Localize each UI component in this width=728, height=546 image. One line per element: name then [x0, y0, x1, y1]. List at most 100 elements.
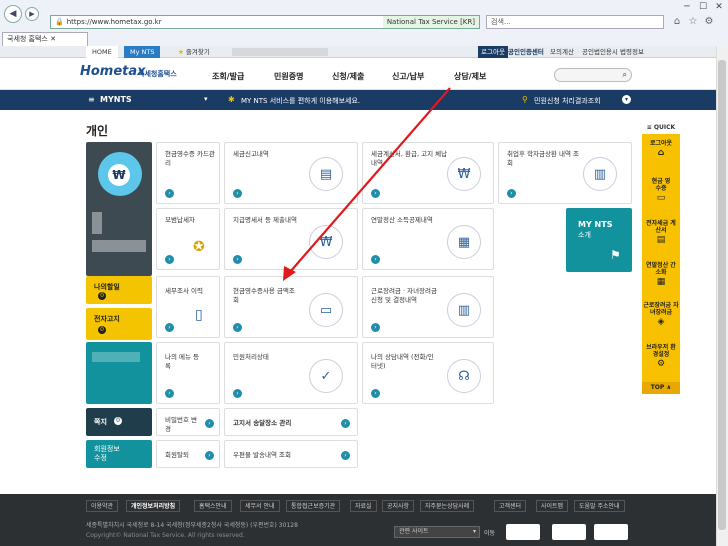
e-notice-button[interactable]: 전자고지 0 — [86, 308, 152, 340]
address-bar[interactable]: 🔒 https://www.hometax.go.kr National Tax… — [50, 15, 480, 29]
menu-application[interactable]: 신청/제출 — [332, 71, 364, 82]
card-mail-history[interactable]: 우편물 발송내역 조회 › — [224, 440, 358, 468]
maximize-icon[interactable]: ☐ — [696, 2, 710, 12]
receipt-icon: ▭ — [309, 293, 343, 327]
cert-center-link[interactable]: 공인인증센터 — [502, 46, 550, 58]
go-icon: › — [371, 255, 380, 264]
card-label: 취업후 학자금상환 내역 조회 — [507, 150, 579, 167]
password-change-card[interactable]: 비밀번호 변경 › — [156, 408, 220, 436]
mynts-link[interactable]: My NTS — [124, 46, 161, 58]
card-year-end-deduction[interactable]: 연말정산 소득공제내역 › ▦ — [362, 208, 494, 270]
quick-year-end[interactable]: 연말정산 간소화 ▦ — [646, 262, 676, 288]
card-cash-receipt-amount[interactable]: 현금영수증사용 금액조회 › ▭ — [224, 276, 358, 338]
go-button[interactable]: 이동 — [484, 528, 495, 537]
megaphone-icon: ✱ — [228, 95, 235, 104]
law-info-link[interactable]: 법령정보 — [614, 46, 650, 58]
card-mynts-intro[interactable]: MY NTS 소개 ⚑ — [566, 208, 632, 272]
quick-income-credit[interactable]: 근로장려금 자녀장려금 ◈ — [642, 302, 680, 328]
card-cash-receipt-mgmt[interactable]: 현금영수증 카드관리 › — [156, 142, 220, 204]
card-my-menu[interactable]: 나의 메뉴 등록 › — [156, 342, 220, 404]
footer-link[interactable]: 이용약관 — [86, 500, 119, 512]
menu-filing[interactable]: 신고/납부 — [392, 71, 424, 82]
quick-top-button[interactable]: TOP ∧ — [642, 382, 680, 394]
home-link[interactable]: HOME — [86, 46, 118, 58]
card-label: 연말정산 소득공제내역 — [371, 216, 433, 224]
gift-button[interactable]: 쪽지 0 — [86, 408, 152, 436]
mock-calc-link[interactable]: 모의계산 — [544, 46, 580, 58]
menu-inquiry[interactable]: 조회/발급 — [212, 71, 244, 82]
footer-link[interactable]: 사이트맵 — [536, 500, 569, 512]
card-invoice-refund[interactable]: 세금계산서, 환급, 고지 체납내역 › ₩ — [362, 142, 494, 204]
profile-panel: ₩ — [86, 142, 152, 276]
related-label: 관련 사이트 — [399, 528, 429, 535]
search-icon[interactable]: ⌕ — [623, 70, 627, 80]
favorites-label: 즐겨찾기 — [185, 48, 210, 56]
footer-link[interactable]: 자료실 — [350, 500, 377, 512]
quick-logout[interactable]: 로그아웃 ⌂ — [642, 140, 680, 159]
withdraw-card[interactable]: 회원탈퇴 › — [156, 440, 220, 468]
hometax-logo[interactable]: Hometax 국세청홈택스 — [80, 62, 180, 86]
cert-badge[interactable]: National Tax Service [KR] — [382, 16, 479, 28]
card-label: 나의 상담내역 (전화/인터넷) — [371, 353, 434, 370]
card-civil-status[interactable]: 민원처리상태 › ✓ — [224, 342, 358, 404]
card-tax-audit[interactable]: 세무조사 이력 › ▯ — [156, 276, 220, 338]
mynts-label: MYNTS — [100, 95, 132, 104]
go-icon: › — [233, 255, 242, 264]
card-payment-statement[interactable]: 지급명세서 등 제출내역 › ₩ — [224, 208, 358, 270]
chevron-down-icon[interactable]: ▾ — [204, 95, 208, 103]
menu-certificate[interactable]: 민원증명 — [274, 71, 303, 82]
document-icon: ▤ — [656, 235, 666, 245]
receipt-icon: ▭ — [656, 193, 666, 203]
quick-browser-settings[interactable]: 브라우저 환경설정 ⚙ — [646, 344, 676, 370]
footer-link[interactable]: 고객센터 — [494, 500, 527, 512]
footer-link[interactable]: 홈택스안내 — [194, 500, 232, 512]
favorites-link[interactable]: ★ 즐겨찾기 — [172, 46, 216, 58]
footer-copyright: Copyright© National Tax Service. All rig… — [86, 532, 245, 539]
tab-title: 국세청 홈택스 — [7, 35, 48, 43]
footer-link[interactable]: 개인정보처리방침 — [126, 500, 181, 512]
footer-link[interactable]: 세무서 안내 — [240, 500, 280, 512]
my-work-button[interactable]: 나의할일 0 — [86, 276, 152, 304]
browser-tab[interactable]: 국세청 홈택스 ✕ — [2, 32, 88, 46]
card-label: 세금계산서, 환급, 고지 체납내역 — [371, 150, 448, 167]
member-info-button[interactable]: 회원정보 수정 — [86, 440, 152, 468]
related-sites-select[interactable]: 관련 사이트 ▾ — [394, 526, 480, 538]
footer-link[interactable]: 자주묻는상담사례 — [420, 500, 475, 512]
calculator-icon: ▦ — [447, 225, 481, 259]
minimize-icon[interactable]: ─ — [680, 2, 694, 12]
go-icon: › — [205, 451, 214, 460]
card-label: 세무조사 이력 — [165, 287, 203, 295]
chevron-down-icon[interactable]: ▾ — [622, 95, 631, 104]
footer-link[interactable]: 도움말 주소안내 — [574, 500, 625, 512]
quick-cash-receipt[interactable]: 현금 영수증 ▭ — [649, 178, 673, 204]
scrollbar-thumb[interactable] — [718, 60, 726, 530]
card-model-taxpayer[interactable]: 모범납세자 › ✪ — [156, 208, 220, 270]
card-label: 민원처리상태 — [233, 353, 269, 361]
forward-button[interactable]: ▶ — [25, 7, 39, 21]
card-label: 모범납세자 — [165, 216, 195, 224]
quick-e-invoice[interactable]: 전자세금 계산서 ▤ — [646, 220, 676, 246]
card-earned-income-credit[interactable]: 근로장려금 · 자녀장려금 신청 및 결정내역 › ▥ — [362, 276, 494, 338]
footer-link[interactable]: 공지사항 — [382, 500, 415, 512]
footer-link[interactable]: 통합접근보증기관 — [286, 500, 341, 512]
close-icon[interactable]: ✕ — [712, 2, 726, 12]
star-icon[interactable]: ☆ — [686, 16, 700, 27]
menu-icon[interactable]: ≡ — [88, 95, 95, 104]
card-tax-filing-history[interactable]: 세금신고내역 › ▤ — [224, 142, 358, 204]
menu-consulting[interactable]: 상담/제보 — [454, 71, 486, 82]
site-search-input[interactable]: ⌕ — [554, 68, 632, 82]
certification-badge-3 — [594, 524, 628, 540]
gear-icon[interactable]: ⚙ — [702, 16, 716, 27]
card-student-loan[interactable]: 취업후 학자금상환 내역 조회 › ▥ — [498, 142, 632, 204]
certification-badge-2 — [552, 524, 586, 540]
star-icon: ★ — [178, 48, 184, 56]
home-icon[interactable]: ⌂ — [670, 16, 684, 27]
result-inquiry-link[interactable]: 민원신청 처리결과조회 — [534, 96, 601, 106]
card-consult-history[interactable]: 나의 상담내역 (전화/인터넷) › ☊ — [362, 342, 494, 404]
back-button[interactable]: ◀ — [4, 5, 22, 23]
count-icon: 0 — [114, 417, 122, 425]
lock-icon: ⌂ — [657, 148, 665, 158]
browser-search-input[interactable]: 검색... — [486, 15, 664, 29]
card-notice-address[interactable]: 고지서 송달장소 관리 › — [224, 408, 358, 436]
quick-label: 로그아웃 — [649, 140, 673, 147]
